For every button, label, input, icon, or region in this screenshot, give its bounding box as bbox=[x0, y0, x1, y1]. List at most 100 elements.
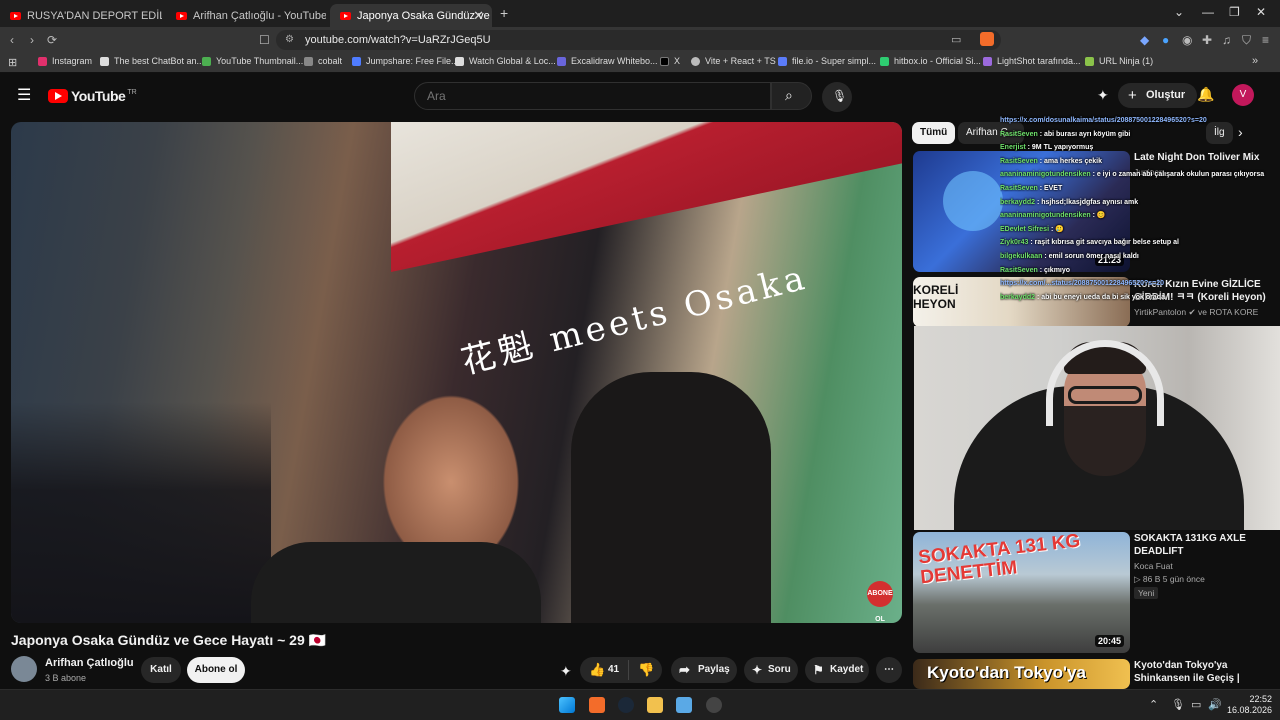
chat-username: ananinaminigotundensiken bbox=[1000, 171, 1091, 179]
chat-message: RasitSeven : ama herkes çekik bbox=[1000, 155, 1280, 169]
minimize-icon[interactable]: — bbox=[1202, 5, 1214, 19]
extension-icon[interactable]: ◉ bbox=[1182, 33, 1192, 47]
steam-icon[interactable] bbox=[618, 697, 634, 713]
video-person-shirt bbox=[251, 542, 541, 623]
video-sign-text: 花魁 meets Osaka bbox=[457, 257, 813, 383]
tab-close-icon[interactable]: ✕ bbox=[473, 8, 484, 24]
mic-tray-icon[interactable]: 🎙 bbox=[1171, 698, 1185, 711]
reload-icon[interactable]: ⟳ bbox=[47, 33, 57, 47]
address-bar[interactable]: ⚙ youtube.com/watch?v=UaRZrJGeq5U ▭ bbox=[276, 30, 1001, 50]
browser-tab[interactable]: RUSYA'DAN DEPORT EDİLDİMİ | Sınır bbox=[0, 4, 162, 27]
bookmark-item[interactable]: LightShot tarafında... bbox=[983, 56, 1081, 66]
bookmark-icon[interactable]: ☐ bbox=[259, 33, 270, 47]
system-clock[interactable]: 22:52 16.08.2026 bbox=[1227, 694, 1272, 716]
bookmark-favicon-icon bbox=[691, 56, 700, 66]
start-windows-icon[interactable] bbox=[559, 697, 575, 713]
bookmark-item[interactable]: Watch Global & Loc... bbox=[455, 56, 556, 66]
join-button[interactable]: Katıl bbox=[141, 657, 181, 683]
menu-icon[interactable]: ≡ bbox=[1262, 33, 1269, 47]
thumb-text: KORELİ HEYON bbox=[913, 283, 959, 311]
tray-arrow-icon[interactable]: ⌃ bbox=[1149, 698, 1158, 711]
forward-icon[interactable]: › bbox=[30, 33, 34, 47]
video-title: Japonya Osaka Gündüz ve Gece Hayatı ~ 29… bbox=[11, 632, 327, 648]
apps-icon[interactable]: ⊞ bbox=[8, 56, 17, 69]
bookmark-item[interactable]: X bbox=[660, 56, 680, 66]
chat-text: : e iyi o zaman abi çalışarak okulun par… bbox=[1090, 171, 1265, 179]
rec-title[interactable]: Kyoto'dan Tokyo'ya Shinkansen ile Geçiş … bbox=[1134, 659, 1274, 685]
brave-browser-icon[interactable] bbox=[589, 697, 605, 713]
more-actions-button[interactable]: ⋯ bbox=[876, 657, 902, 683]
save-button[interactable]: ⚑ Kaydet bbox=[805, 657, 869, 683]
bookmark-favicon-icon bbox=[983, 56, 992, 66]
subscribe-watermark-icon[interactable]: ABONE OL bbox=[867, 581, 893, 623]
new-tab-button[interactable]: + bbox=[500, 5, 508, 21]
rec-title[interactable]: SOKAKTA 131KG AXLE DEADLIFT bbox=[1134, 532, 1274, 558]
volume-icon[interactable]: 🔊 bbox=[1208, 698, 1222, 711]
channel-avatar[interactable] bbox=[11, 656, 37, 682]
chat-text: : çıkmıyo bbox=[1037, 266, 1071, 274]
window-close-icon[interactable]: ✕ bbox=[1256, 5, 1266, 19]
create-button[interactable]: + Oluştur bbox=[1118, 83, 1198, 108]
back-icon[interactable]: ‹ bbox=[10, 33, 14, 47]
chat-username: bilgekulkaan bbox=[1000, 252, 1043, 260]
browser-tab-active[interactable]: Japonya Osaka Gündüz ve Gece ✕ bbox=[330, 4, 492, 27]
chat-username: RasitSeven bbox=[1000, 266, 1038, 274]
youtube-logo[interactable]: YouTube TR bbox=[48, 88, 137, 104]
bookmark-item[interactable]: Vite + React + TS bbox=[691, 56, 776, 66]
bookmark-item[interactable]: hitbox.io - Official Si... bbox=[880, 56, 981, 66]
network-icon[interactable]: ▭ bbox=[1191, 698, 1201, 711]
channel-name[interactable]: Arifhan Çatlıoğlu bbox=[45, 657, 134, 669]
chat-username: berkaydd2 bbox=[1000, 293, 1036, 301]
browser-tab[interactable]: Arifhan Çatlıoğlu - YouTube bbox=[166, 4, 326, 27]
extension-icon[interactable]: ◆ bbox=[1140, 33, 1149, 47]
app-icon[interactable] bbox=[676, 697, 692, 713]
bookmark-item[interactable]: Excalidraw Whitebo... bbox=[557, 56, 658, 66]
rec-thumbnail[interactable]: SOKAKTA 131 KG DENETTİM 20:45 bbox=[913, 532, 1130, 653]
video-player[interactable]: 花魁 meets Osaka ABONE OL bbox=[11, 122, 902, 623]
extensions-puzzle-icon[interactable]: ✚ bbox=[1202, 33, 1212, 47]
extension-fox-icon[interactable]: ✦ bbox=[560, 663, 572, 680]
bookmark-item[interactable]: YouTube Thumbnail... bbox=[202, 56, 303, 66]
chat-text: : abi bu eneyi ueda da bi sik yok orada bbox=[1035, 293, 1165, 301]
ask-button[interactable]: ✦ Soru bbox=[744, 657, 798, 683]
tab-search-icon[interactable]: ⌄ bbox=[1174, 5, 1184, 19]
chat-username: RasitSeven bbox=[1000, 184, 1038, 192]
rec-thumbnail[interactable]: Kyoto'dan Tokyo'ya bbox=[913, 659, 1130, 689]
video-person-back bbox=[571, 372, 771, 623]
rec-channel[interactable]: Koca Fuat bbox=[1134, 561, 1173, 571]
cast-icon[interactable]: ▭ bbox=[951, 33, 961, 46]
notifications-bell-icon[interactable]: 🔔 bbox=[1197, 86, 1214, 103]
create-label: Oluştur bbox=[1146, 89, 1186, 101]
chat-username: berkaydd2 bbox=[1000, 198, 1036, 206]
youtube-favicon-icon bbox=[340, 11, 351, 20]
extension-icon[interactable]: ● bbox=[1162, 33, 1169, 47]
media-icon[interactable]: ♫ bbox=[1222, 33, 1231, 47]
voice-search-button[interactable]: 🎙 bbox=[822, 82, 852, 112]
chat-text: https://x.com/dosunalkaima/status/208875… bbox=[1000, 117, 1207, 124]
user-avatar[interactable]: V bbox=[1232, 84, 1254, 106]
bookmark-item[interactable]: Instagram bbox=[38, 56, 92, 66]
bookmark-item[interactable]: Jumpshare: Free File... bbox=[352, 56, 459, 66]
subscribe-button[interactable]: Abone ol bbox=[187, 657, 245, 683]
search-input[interactable] bbox=[414, 82, 771, 110]
like-icon[interactable]: 👍 bbox=[589, 657, 605, 683]
search-button[interactable]: ⌕ bbox=[771, 82, 812, 110]
dislike-icon[interactable]: 👎 bbox=[638, 657, 654, 683]
bookmark-item[interactable]: The best ChatBot an... bbox=[100, 56, 204, 66]
file-explorer-icon[interactable] bbox=[647, 697, 663, 713]
restore-icon[interactable]: ❐ bbox=[1229, 5, 1240, 19]
extension-fox-icon[interactable]: ✦ bbox=[1097, 87, 1109, 104]
more-bookmarks-icon[interactable]: » bbox=[1252, 55, 1258, 67]
chip-all[interactable]: Tümü bbox=[912, 122, 956, 144]
bookmark-item[interactable]: URL Ninja (1) bbox=[1085, 56, 1153, 66]
bookmark-item[interactable]: cobalt bbox=[304, 56, 342, 66]
vpn-icon[interactable]: ⛉ bbox=[1242, 33, 1251, 48]
chat-text: : raşit kıbrısa git savcıya bağır belse … bbox=[1028, 239, 1179, 247]
brave-shield-icon[interactable] bbox=[980, 32, 994, 46]
site-info-icon[interactable]: ⚙ bbox=[285, 34, 294, 45]
hamburger-menu-icon[interactable]: ☰ bbox=[17, 85, 31, 105]
bookmarks-bar: ⊞ Instagram The best ChatBot an... YouTu… bbox=[0, 52, 1280, 73]
bookmark-item[interactable]: file.io - Super simpl... bbox=[778, 56, 876, 66]
obs-icon[interactable] bbox=[706, 697, 722, 713]
share-button[interactable]: ➦ Paylaş bbox=[671, 657, 737, 683]
